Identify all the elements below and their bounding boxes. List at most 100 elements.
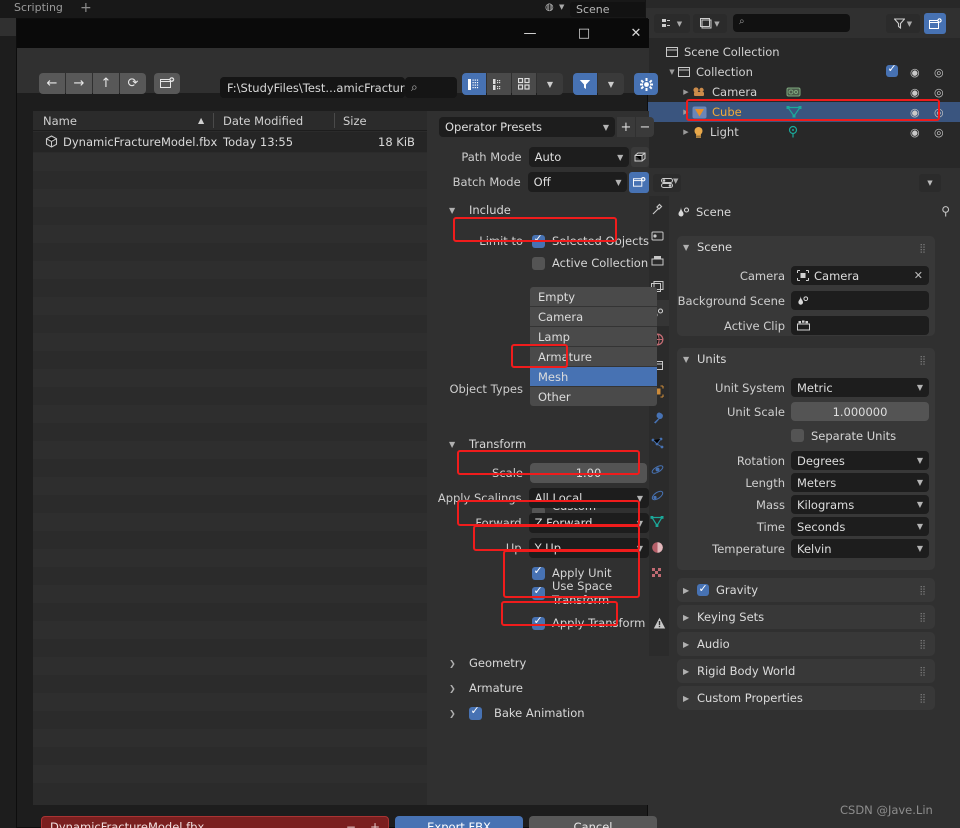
selected-objects-checkbox[interactable] — [532, 232, 545, 248]
column-header-size[interactable]: Size — [343, 111, 367, 131]
active-clip-field[interactable] — [791, 316, 929, 335]
filter-options-button[interactable]: ▼ — [598, 73, 624, 95]
eye-icon[interactable]: ◉ — [910, 66, 920, 79]
object-type-empty[interactable]: Empty — [530, 287, 657, 307]
row-separate-units[interactable]: Separate Units — [791, 426, 935, 445]
add-preset-button[interactable]: + — [617, 117, 635, 137]
x-icon[interactable]: ✕ — [914, 269, 923, 282]
apply-unit-checkbox[interactable] — [532, 564, 545, 580]
outliner-row-camera[interactable]: ▶ Camera ◉ ◎ — [646, 82, 960, 102]
nav-parent-button[interactable]: ↑ — [93, 73, 119, 94]
eye-icon[interactable]: ◉ — [910, 106, 920, 119]
file-row[interactable]: DynamicFractureModel.fbx Today 13:55 18 … — [33, 132, 427, 152]
section-bake-animation-header[interactable]: ❯ Bake Animation — [449, 704, 585, 721]
up-dropdown[interactable]: Y Up ▼ — [528, 538, 649, 558]
export-fbx-button[interactable]: Export FBX — [395, 816, 523, 828]
tab-scripting[interactable]: Scripting — [14, 1, 63, 14]
object-type-mesh[interactable]: Mesh — [530, 367, 657, 387]
section-geometry-header[interactable]: ❯ Geometry — [449, 656, 526, 670]
scale-slider[interactable]: 1.00 — [530, 463, 647, 483]
eye-icon[interactable]: ◉ — [910, 126, 920, 139]
outliner-filter-id-type[interactable]: ▼ — [693, 14, 727, 33]
display-thumbnails-toggle[interactable] — [512, 73, 536, 95]
expand-triangle-icon[interactable]: ▶ — [680, 108, 692, 116]
light-data-icon[interactable] — [786, 125, 800, 139]
properties-options-button[interactable]: ▼ — [919, 174, 941, 192]
panel-gravity[interactable]: ▶ Gravity ⣿ — [677, 578, 935, 602]
temperature-dropdown[interactable]: Kelvin ▼ — [791, 539, 929, 558]
remove-preset-button[interactable]: − — [636, 117, 654, 137]
outliner-filter-button[interactable]: ▼ — [886, 14, 920, 33]
mesh-data-icon[interactable] — [786, 105, 802, 119]
object-type-other[interactable]: Other — [530, 387, 657, 406]
object-type-armature[interactable]: Armature — [530, 347, 657, 367]
new-collection-button[interactable] — [924, 13, 946, 34]
row-use-space-transform[interactable]: Use Space Transform — [532, 579, 652, 607]
background-scene-field[interactable] — [791, 291, 929, 310]
panel-custom-properties[interactable]: ▶ Custom Properties ⣿ — [677, 686, 935, 710]
panel-scene-header[interactable]: ▼ Scene ⣿ — [677, 236, 935, 258]
render-restrict-icon[interactable]: ◎ — [934, 106, 944, 119]
batch-mode-dropdown[interactable]: Off ▼ — [527, 172, 628, 192]
path-mode-dropdown[interactable]: Auto ▼ — [528, 147, 630, 167]
path-embed-icon[interactable] — [631, 147, 649, 167]
filename-input[interactable]: DynamicFractureModel.fbx − + — [41, 816, 389, 828]
camera-data-icon[interactable] — [786, 86, 801, 98]
section-armature-header[interactable]: ❯ Armature — [449, 681, 523, 695]
batch-own-dir-icon[interactable] — [629, 171, 649, 193]
render-restrict-icon[interactable]: ◎ — [934, 66, 944, 79]
close-button[interactable]: ✕ — [613, 19, 659, 48]
render-restrict-icon[interactable]: ◎ — [934, 86, 944, 99]
use-space-transform-checkbox[interactable] — [532, 584, 545, 600]
column-header-date-modified[interactable]: Date Modified — [223, 111, 303, 131]
nav-back-button[interactable]: ← — [39, 73, 65, 94]
cancel-button[interactable]: Cancel — [529, 816, 657, 828]
file-search-input[interactable]: ⌕ — [405, 77, 457, 98]
render-restrict-icon[interactable]: ◎ — [934, 126, 944, 139]
pin-icon[interactable]: ⚲ — [941, 204, 950, 218]
nav-forward-button[interactable]: → — [66, 73, 92, 94]
forward-dropdown[interactable]: Z Forward ▼ — [528, 513, 649, 533]
active-collection-checkbox[interactable] — [532, 256, 545, 270]
outliner-row-scene-collection[interactable]: Scene Collection — [646, 42, 960, 62]
chevron-down-icon[interactable]: ▼ — [673, 177, 678, 185]
new-directory-button[interactable] — [154, 73, 180, 94]
apply-transform-checkbox[interactable] — [532, 614, 545, 630]
eye-icon[interactable]: ◉ — [910, 86, 920, 99]
rotation-dropdown[interactable]: Degrees ▼ — [791, 451, 929, 470]
section-include-header[interactable]: ▼ Include — [449, 203, 511, 217]
filter-files-toggle[interactable] — [573, 73, 597, 95]
display-options-button[interactable]: ▼ — [537, 73, 563, 95]
panel-keying-sets[interactable]: ▶ Keying Sets ⣿ — [677, 605, 935, 629]
collection-checkbox[interactable] — [886, 62, 898, 80]
display-horizontal-list-toggle[interactable] — [487, 73, 511, 95]
camera-field[interactable]: Camera ✕ — [791, 266, 929, 285]
filename-increment-button[interactable]: + — [370, 820, 380, 828]
object-type-lamp[interactable]: Lamp — [530, 327, 657, 347]
unit-scale-slider[interactable]: 1.000000 — [791, 402, 929, 421]
separate-units-checkbox[interactable] — [791, 429, 804, 442]
row-apply-transform[interactable]: Apply Transform — [532, 613, 667, 633]
nav-refresh-button[interactable]: ⟳ — [120, 73, 146, 94]
minimize-button[interactable]: — — [507, 19, 553, 48]
display-vertical-list-toggle[interactable] — [462, 73, 486, 95]
apply-scalings-dropdown[interactable]: All Local ▼ — [528, 488, 649, 508]
operator-presets-dropdown[interactable]: Operator Presets ▼ — [439, 117, 615, 137]
panel-audio[interactable]: ▶ Audio ⣿ — [677, 632, 935, 656]
gravity-checkbox[interactable] — [697, 582, 709, 596]
unit-system-dropdown[interactable]: Metric ▼ — [791, 378, 929, 397]
chevron-down-icon[interactable]: ▼ — [559, 3, 564, 11]
filename-decrement-button[interactable]: − — [346, 820, 356, 828]
file-settings-button[interactable] — [634, 73, 658, 95]
outliner-search-input[interactable]: ⌕ — [733, 14, 850, 32]
collapse-triangle-icon[interactable]: ▼ — [666, 68, 678, 76]
add-workspace-icon[interactable]: + — [80, 0, 92, 16]
expand-triangle-icon[interactable]: ▶ — [680, 128, 692, 136]
outliner-row-collection[interactable]: ▼ Collection ◉ ◎ — [646, 62, 960, 82]
maximize-button[interactable]: □ — [561, 19, 607, 48]
time-dropdown[interactable]: Seconds ▼ — [791, 517, 929, 536]
panel-units-header[interactable]: ▼ Units ⣿ — [677, 348, 935, 370]
panel-rigid-body-world[interactable]: ▶ Rigid Body World ⣿ — [677, 659, 935, 683]
outliner-row-cube[interactable]: ▶ Cube ◉ ◎ — [646, 102, 960, 122]
bake-animation-checkbox[interactable] — [469, 704, 482, 720]
